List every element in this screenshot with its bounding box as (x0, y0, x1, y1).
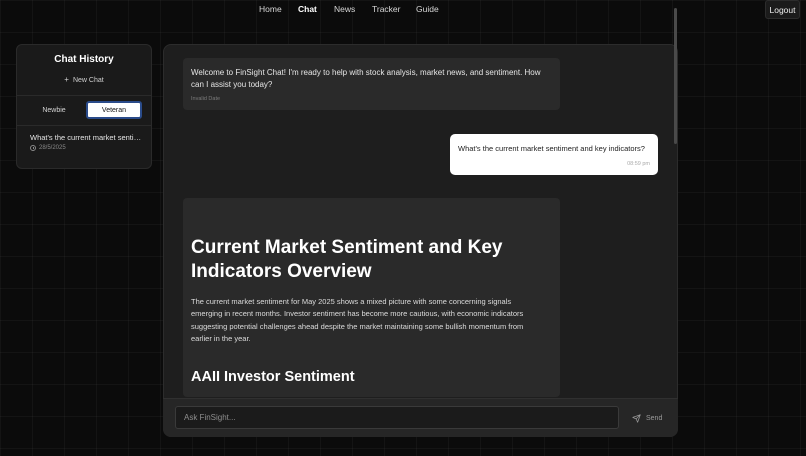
chat-scrollbar[interactable] (674, 8, 677, 144)
top-nav: Home Chat News Tracker Guide (0, 0, 806, 18)
nav-guide[interactable]: Guide (416, 4, 439, 14)
history-item-date: 28/5/2025 (30, 145, 142, 151)
answer-subheading: AAII Investor Sentiment (191, 369, 355, 385)
clock-icon (30, 145, 36, 151)
nav-news[interactable]: News (334, 4, 355, 14)
user-message-text: What's the current market sentiment and … (458, 144, 645, 153)
send-label: Send (646, 414, 663, 422)
user-message-timestamp: 08:59 pm (627, 161, 650, 167)
answer-paragraph: The current market sentiment for May 202… (191, 297, 524, 344)
nav-tracker[interactable]: Tracker (372, 4, 401, 14)
new-chat-label: New Chat (72, 77, 104, 84)
welcome-message: Welcome to FinSight Chat! I'm ready to h… (183, 58, 560, 110)
new-chat-button[interactable]: + New Chat (17, 75, 151, 84)
send-button[interactable]: Send (632, 412, 662, 424)
history-item-date-text: 28/5/2025 (39, 145, 66, 151)
chat-history-title: Chat History (54, 54, 114, 65)
history-item-title: What's the current market sentiment and … (30, 133, 142, 142)
welcome-message-text: Welcome to FinSight Chat! I'm ready to h… (191, 68, 541, 89)
answer-heading: Current Market Sentiment and Key Indicat… (191, 237, 503, 282)
welcome-message-timestamp: Invalid Date (191, 96, 221, 102)
user-message: What's the current market sentiment and … (450, 134, 658, 175)
history-item[interactable]: What's the current market sentiment and … (30, 133, 142, 151)
nav-chat[interactable]: Chat (298, 4, 317, 14)
mode-newbie-button[interactable]: Newbie (26, 101, 82, 119)
plus-icon: + (64, 75, 69, 84)
nav-home[interactable]: Home (259, 4, 282, 14)
chat-input[interactable] (175, 406, 619, 429)
mode-veteran-button[interactable]: Veteran (86, 101, 142, 119)
mode-toggle: Newbie Veteran (16, 95, 152, 126)
logout-button[interactable]: Logout (765, 0, 800, 19)
assistant-answer: Current Market Sentiment and Key Indicat… (183, 198, 560, 397)
send-icon (632, 413, 641, 423)
